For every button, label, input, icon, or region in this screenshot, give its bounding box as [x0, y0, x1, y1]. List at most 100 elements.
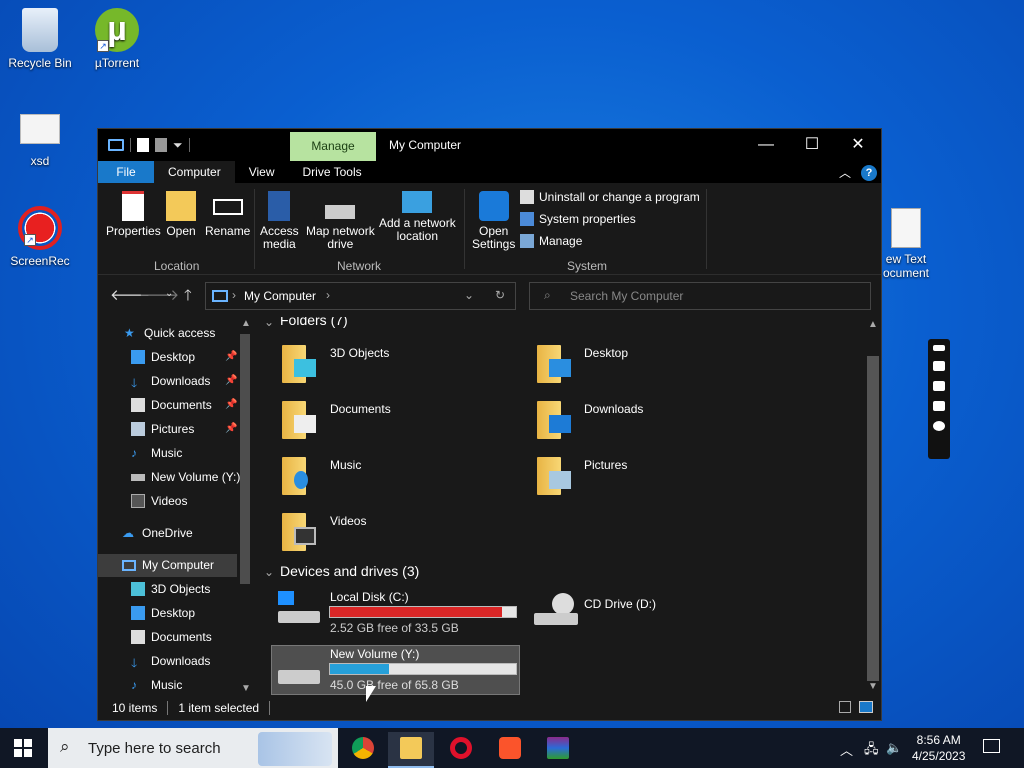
up-button[interactable]: 🡑 [184, 285, 192, 310]
folder-label[interactable]: Downloads [584, 402, 643, 416]
sidebar-scroll-up-icon[interactable]: ▲ [241, 318, 251, 329]
desktop-icon-xsd[interactable]: xsd [0, 108, 80, 168]
map-network-drive-button[interactable]: Map network drive [306, 191, 375, 251]
drive-tile-cd-drive-d[interactable]: CD Drive (D:) [532, 589, 777, 639]
content-scroll-down-icon[interactable]: ▼ [868, 681, 878, 692]
access-media-button[interactable]: Access media [260, 191, 299, 251]
properties-icon[interactable] [137, 138, 149, 152]
tab-file[interactable]: File [98, 161, 154, 183]
content-scrollbar-thumb[interactable] [867, 356, 879, 681]
refresh-icon[interactable]: ↻ [495, 288, 505, 302]
address-history-dropdown[interactable]: ⌄ [464, 288, 474, 302]
desktop-icon-recycle-bin[interactable]: Recycle Bin [0, 8, 80, 70]
sidebar-item-pc-music[interactable]: ♪ Music [131, 678, 182, 692]
chevron-right-icon[interactable]: › [326, 288, 330, 302]
taskbar-search-box[interactable]: ⌕ Type here to search [48, 728, 338, 768]
help-icon[interactable]: ? [861, 164, 877, 181]
manage-context-tab[interactable]: Manage [290, 132, 376, 161]
large-icons-view-icon[interactable] [859, 701, 873, 713]
open-settings-button[interactable]: Open Settings [472, 191, 515, 251]
tab-computer[interactable]: Computer [154, 161, 235, 183]
sidebar-item-desktop[interactable]: Desktop [131, 350, 195, 364]
folders-section-header[interactable]: Folders (7) [280, 317, 348, 328]
manage-link[interactable]: Manage [520, 234, 582, 248]
video-icon[interactable] [933, 381, 945, 391]
folder-icon-music[interactable] [280, 453, 320, 495]
sidebar-item-pictures[interactable]: Pictures [131, 422, 194, 436]
drive-tile-local-disk-c[interactable]: Local Disk (C:) 2.52 GB free of 33.5 GB [276, 589, 521, 639]
system-properties-link[interactable]: System properties [520, 212, 636, 226]
address-bar[interactable]: › My Computer › ⌄ ↻ [205, 282, 516, 310]
network-icon[interactable]: 🖧 [864, 740, 879, 762]
sidebar-item-documents[interactable]: Documents [131, 398, 212, 412]
screen-icon[interactable] [933, 401, 945, 411]
folder-icon-desktop[interactable] [535, 341, 575, 383]
taskbar-file-explorer[interactable] [388, 732, 434, 768]
folder-icon-documents[interactable] [280, 397, 320, 439]
volume-icon[interactable]: 🔈 [886, 740, 902, 756]
chevron-up-icon[interactable]: ︿ [840, 740, 853, 759]
gear-icon[interactable] [933, 421, 945, 431]
link-icon[interactable] [933, 345, 945, 351]
folder-label[interactable]: Music [330, 458, 361, 472]
folder-icon-pictures[interactable] [535, 453, 575, 495]
sidebar-item-onedrive[interactable]: ☁ OneDrive [122, 526, 193, 540]
folder-label[interactable]: Videos [330, 514, 366, 528]
sidebar-item-music[interactable]: ♪ Music [131, 446, 182, 460]
sidebar-item-my-computer[interactable]: My Computer [122, 558, 214, 572]
sidebar-scrollbar-thumb[interactable] [240, 334, 250, 584]
notification-center-icon[interactable] [983, 739, 1000, 753]
sidebar-item-quick-access[interactable]: ★ Quick access [124, 326, 215, 340]
pin-icon: 📌 [225, 423, 238, 434]
close-button[interactable]: ✕ [835, 129, 881, 161]
collapse-ribbon-icon[interactable]: ︿ [839, 164, 851, 181]
minimize-button[interactable]: — [743, 129, 789, 161]
properties-button[interactable]: Properties [106, 191, 161, 238]
desktop-icon-utorrent[interactable]: ↗ µTorrent [77, 8, 157, 70]
taskbar-winrar[interactable] [535, 732, 581, 768]
navigation-pane: ★ Quick access Desktop 📌 🡓 Downloads 📌 D… [98, 317, 253, 697]
sidebar-item-3d-objects[interactable]: 3D Objects [131, 582, 210, 596]
recent-locations-button[interactable]: ⌄ [165, 288, 173, 299]
uninstall-program-link[interactable]: Uninstall or change a program [520, 190, 700, 204]
camera-icon[interactable] [933, 361, 945, 371]
sidebar-item-videos[interactable]: Videos [131, 494, 187, 508]
taskbar-opera[interactable] [438, 732, 484, 768]
folder-icon-3d-objects[interactable] [280, 341, 320, 383]
tab-view[interactable]: View [235, 161, 289, 183]
sidebar-scroll-down-icon[interactable]: ▼ [241, 683, 251, 694]
sidebar-item-pc-documents[interactable]: Documents [131, 630, 212, 644]
taskbar-chrome[interactable] [340, 732, 386, 768]
properties-icon [122, 191, 145, 221]
drive-tile-new-volume-y[interactable]: New Volume (Y:) 45.0 GB free of 65.8 GB [271, 645, 520, 695]
sidebar-item-downloads[interactable]: 🡓 Downloads [131, 374, 210, 390]
add-network-location-button[interactable]: Add a network location [379, 191, 456, 243]
folder-label[interactable]: 3D Objects [330, 346, 389, 360]
folder-label[interactable]: Pictures [584, 458, 627, 472]
folder-icon-downloads[interactable] [535, 397, 575, 439]
collapse-drives-icon[interactable]: ⌄ [264, 565, 274, 579]
desktop-icon-screenrec[interactable]: ↗ ScreenRec [0, 206, 80, 268]
folder-label[interactable]: Desktop [584, 346, 628, 360]
content-scroll-up-icon[interactable]: ▲ [868, 319, 878, 330]
taskbar-brave[interactable] [487, 732, 533, 768]
start-button[interactable] [14, 739, 32, 757]
search-box[interactable]: ⌕ Search My Computer [529, 282, 871, 310]
sidebar-item-pc-downloads[interactable]: 🡓 Downloads [131, 654, 210, 670]
new-folder-icon[interactable] [155, 138, 167, 152]
maximize-button[interactable]: ☐ [789, 129, 835, 161]
folder-icon-videos[interactable] [280, 509, 320, 551]
collapse-folders-icon[interactable]: ⌄ [264, 317, 274, 329]
drives-section-header[interactable]: Devices and drives (3) [280, 563, 419, 579]
sidebar-item-new-volume[interactable]: New Volume (Y:) [131, 470, 240, 484]
rename-button[interactable]: Rename [205, 191, 250, 238]
details-view-icon[interactable] [839, 701, 851, 713]
address-path[interactable]: My Computer [244, 289, 316, 303]
system-clock[interactable]: 8:56 AM 4/25/2023 [912, 732, 965, 764]
sidebar-item-pc-desktop[interactable]: Desktop [131, 606, 195, 620]
customize-toolbar-icon[interactable]: ⏷ [173, 138, 183, 153]
open-button[interactable]: Open [166, 191, 196, 238]
title-bar[interactable]: ⏷ Manage My Computer — ☐ ✕ [98, 129, 881, 161]
tab-drive-tools[interactable]: Drive Tools [288, 161, 375, 183]
folder-label[interactable]: Documents [330, 402, 391, 416]
